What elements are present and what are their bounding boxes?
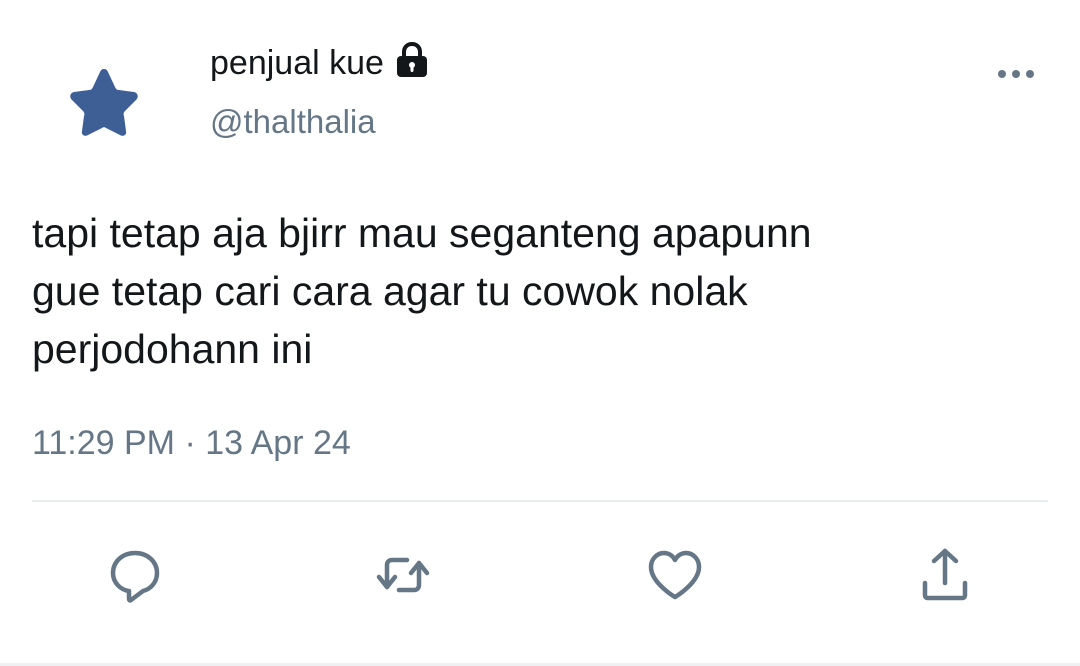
more-horizontal-icon[interactable] bbox=[996, 62, 1036, 86]
retweet-button[interactable] bbox=[368, 540, 438, 610]
reply-button[interactable] bbox=[100, 540, 170, 610]
share-button[interactable] bbox=[910, 540, 980, 610]
user-handle[interactable]: @thalthalia bbox=[210, 102, 430, 142]
like-button[interactable] bbox=[640, 540, 710, 610]
star-icon bbox=[70, 69, 138, 136]
like-icon bbox=[648, 550, 702, 600]
lock-icon bbox=[394, 41, 430, 79]
divider bbox=[32, 500, 1048, 502]
share-icon bbox=[922, 548, 968, 601]
reply-icon bbox=[110, 550, 160, 603]
retweet-icon bbox=[376, 557, 430, 593]
action-bar bbox=[0, 540, 1080, 612]
display-name[interactable]: penjual kue bbox=[210, 40, 384, 86]
tweet-timestamp[interactable]: 11:29 PM · 13 Apr 24 bbox=[32, 420, 351, 466]
name-row: penjual kue bbox=[210, 40, 430, 86]
tweet-text: tapi tetap aja bjirr mau seganteng apapu… bbox=[32, 210, 812, 372]
avatar[interactable] bbox=[68, 66, 140, 136]
tweet-header: penjual kue @thalthalia bbox=[210, 40, 430, 142]
